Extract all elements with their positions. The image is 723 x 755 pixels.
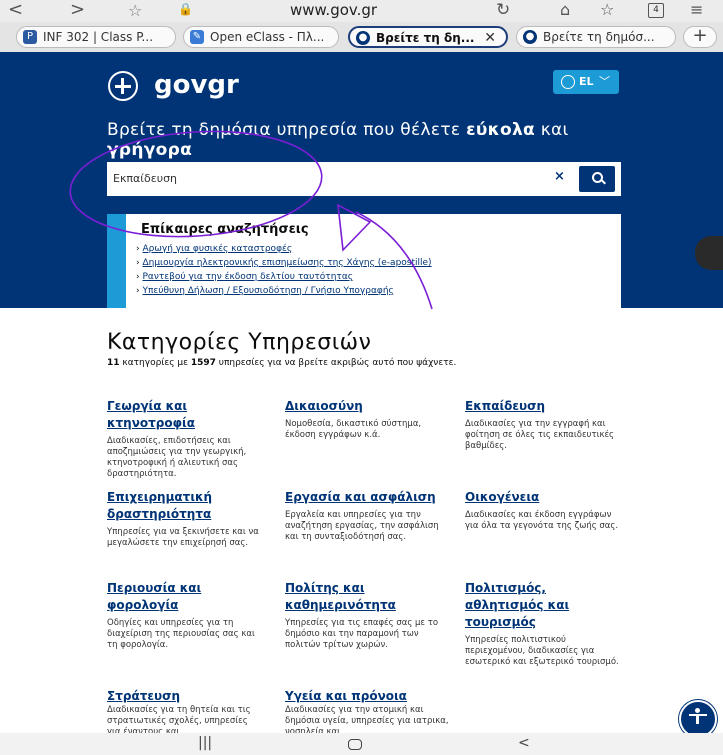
tab-label: Βρείτε τη δη... <box>376 31 475 45</box>
clear-search-icon[interactable]: × <box>554 169 565 184</box>
category-description: Διαδικασίες για τη θητεία και τις στρατι… <box>107 705 251 733</box>
tab-label: Βρείτε τη δημόσ... <box>543 30 655 44</box>
reload-icon[interactable]: ↻ <box>496 0 510 20</box>
logo-text: gov <box>154 70 208 100</box>
back-button-icon[interactable]: < <box>518 735 530 751</box>
category-card: Υγεία και πρόνοια Διαδικασίες για την ατ… <box>285 688 450 733</box>
category-card: Πολιτισμός, αθλητισμός και τουρισμός Υπη… <box>465 580 625 668</box>
category-description: Νομοθεσία, δικαστικό σύστημα, έκδοση εγγ… <box>285 419 422 440</box>
browser-tab[interactable]: P INF 302 | Class P... <box>16 26 176 48</box>
browser-tab-active[interactable]: ● Βρείτε τη δη... ✕ <box>348 26 508 48</box>
language-code: EL <box>579 75 594 88</box>
search-box: Εκπαίδευση × <box>107 162 621 196</box>
forward-icon[interactable]: > <box>70 0 85 20</box>
chevron-down-icon: ﹀ <box>599 75 610 88</box>
category-description: Υπηρεσίες για τις επαφές σας με το δημόσ… <box>285 618 439 650</box>
back-icon[interactable]: < <box>8 0 23 20</box>
category-description: Υπηρεσίες πολιτιστικού περιεχομένου, δια… <box>465 635 619 667</box>
lock-icon: 🔒 <box>178 2 193 16</box>
home-icon[interactable]: ⌂ <box>560 0 570 19</box>
language-selector[interactable]: EL ﹀ <box>553 70 619 94</box>
list-item: › Δημιουργία ηλεκτρονικής επισημείωσης τ… <box>136 258 432 268</box>
categories-subtitle: 11 κατηγορίες με 1597 υπηρεσίες για να β… <box>107 358 457 368</box>
list-item: › Αρωγή για φυσικές καταστροφές <box>136 244 293 254</box>
favorites-icon[interactable]: ☆ <box>600 0 614 19</box>
bookmark-star-icon[interactable]: ☆ <box>128 1 142 20</box>
globe-icon <box>561 75 575 89</box>
category-description: Οδηγίες και υπηρεσίες για τη διαχείριση … <box>107 618 255 650</box>
category-link[interactable]: Εργασία και ασφάλιση <box>285 489 450 506</box>
tab-label: Open eClass - Πλ... <box>210 30 325 44</box>
government-emblem-icon <box>108 71 138 101</box>
category-description: Διαδικασίες και έκδοση εγγράφων για όλα … <box>465 510 619 531</box>
category-link[interactable]: Περιουσία και φορολογία <box>107 580 262 614</box>
recent-searches-title: Επίκαιρες αναζητήσεις <box>141 222 309 237</box>
search-input[interactable]: Εκπαίδευση <box>113 168 177 190</box>
recent-searches: Επίκαιρες αναζητήσεις › Αρωγή για φυσικέ… <box>107 214 621 308</box>
govgr-favicon-icon: ● <box>523 30 537 44</box>
new-tab-button[interactable]: + <box>683 26 717 48</box>
browser-toolbar: < > ☆ 🔒 www.gov.gr ↻ ⌂ ☆ 4 ≡ <box>0 0 723 22</box>
list-item: › Ραντεβού για την έκδοση δελτίου ταυτότ… <box>136 272 354 282</box>
category-link[interactable]: Δικαιοσύνη <box>285 398 450 415</box>
category-description: Διαδικασίες, επιδοτήσεις και αποζημιώσει… <box>107 436 247 479</box>
eclass-favicon-icon: ✎ <box>190 30 204 44</box>
category-link[interactable]: Πολιτισμός, αθλητισμός και τουρισμός <box>465 580 625 631</box>
category-description: Διαδικασίες για την ατομική και δημόσια … <box>285 705 449 733</box>
category-description: Διαδικασίες για την εγγραφή και φοίτηση … <box>465 419 615 451</box>
category-card: Περιουσία και φορολογία Οδηγίες και υπηρ… <box>107 580 262 651</box>
recent-search-link[interactable]: Αρωγή για φυσικές καταστροφές <box>142 244 292 254</box>
menu-icon[interactable]: ≡ <box>690 0 703 19</box>
category-description: Εργαλεία και υπηρεσίες για την αναζήτηση… <box>285 510 439 542</box>
p-favicon-icon: P <box>23 30 37 44</box>
recent-apps-icon[interactable]: ||| <box>198 735 212 751</box>
tab-strip: P INF 302 | Class P... ✎ Open eClass - Π… <box>0 22 723 52</box>
category-card: Εκπαίδευση Διαδικασίες για την εγγραφή κ… <box>465 398 625 452</box>
category-card: Στράτευση Διαδικασίες για τη θητεία και … <box>107 688 262 733</box>
close-tab-icon[interactable]: ✕ <box>484 28 496 46</box>
system-navigation-bar: ||| < <box>0 733 723 755</box>
page-headline: Βρείτε τη δημόσια υπηρεσία που θέλετε εύ… <box>107 120 569 160</box>
accessibility-icon <box>695 708 700 713</box>
home-button-icon[interactable] <box>348 739 362 750</box>
tab-label: INF 302 | Class P... <box>43 30 154 44</box>
search-icon <box>592 172 603 183</box>
category-link[interactable]: Πολίτης και καθημερινότητα <box>285 580 450 614</box>
category-link[interactable]: Γεωργία και κτηνοτροφία <box>107 398 262 432</box>
recent-search-link[interactable]: Υπεύθυνη Δήλωση / Εξουσιοδότηση / Γνήσιο… <box>142 286 393 296</box>
category-card: Οικογένεια Διαδικασίες και έκδοση εγγράφ… <box>465 489 625 532</box>
category-description: Υπηρεσίες για να ξεκινήσετε και να μεγαλ… <box>107 527 259 548</box>
category-card: Γεωργία και κτηνοτροφία Διαδικασίες, επι… <box>107 398 262 480</box>
browser-tab[interactable]: ✎ Open eClass - Πλ... <box>183 26 339 48</box>
browser-tab[interactable]: ● Βρείτε τη δημόσ... <box>516 26 676 48</box>
list-item: › Υπεύθυνη Δήλωση / Εξουσιοδότηση / Γνήσ… <box>136 286 394 296</box>
category-card: Επιχειρηματική δραστηριότητα Υπηρεσίες γ… <box>107 489 262 549</box>
category-link[interactable]: Στράτευση <box>107 688 262 705</box>
govgr-favicon-icon: ● <box>356 31 370 45</box>
hero-section: govgr EL ﹀ Βρείτε τη δημόσια υπηρεσία πο… <box>0 52 723 308</box>
recent-search-link[interactable]: Δημιουργία ηλεκτρονικής επισημείωσης της… <box>142 258 431 268</box>
category-link[interactable]: Επιχειρηματική δραστηριότητα <box>107 489 262 523</box>
address-bar[interactable]: www.gov.gr <box>290 1 377 19</box>
categories-title: Κατηγορίες Υπηρεσιών <box>107 330 372 355</box>
logo-text: gr <box>207 70 239 100</box>
side-panel-handle[interactable] <box>695 236 723 270</box>
category-card: Δικαιοσύνη Νομοθεσία, δικαστικό σύστημα,… <box>285 398 450 441</box>
tab-count-button[interactable]: 4 <box>648 3 664 18</box>
search-button[interactable] <box>579 166 615 192</box>
recent-search-link[interactable]: Ραντεβού για την έκδοση δελτίου ταυτότητ… <box>142 272 353 282</box>
category-link[interactable]: Οικογένεια <box>465 489 625 506</box>
category-link[interactable]: Εκπαίδευση <box>465 398 625 415</box>
category-card: Εργασία και ασφάλιση Εργαλεία και υπηρεσ… <box>285 489 450 543</box>
category-link[interactable]: Υγεία και πρόνοια <box>285 688 450 705</box>
category-card: Πολίτης και καθημερινότητα Υπηρεσίες για… <box>285 580 450 651</box>
